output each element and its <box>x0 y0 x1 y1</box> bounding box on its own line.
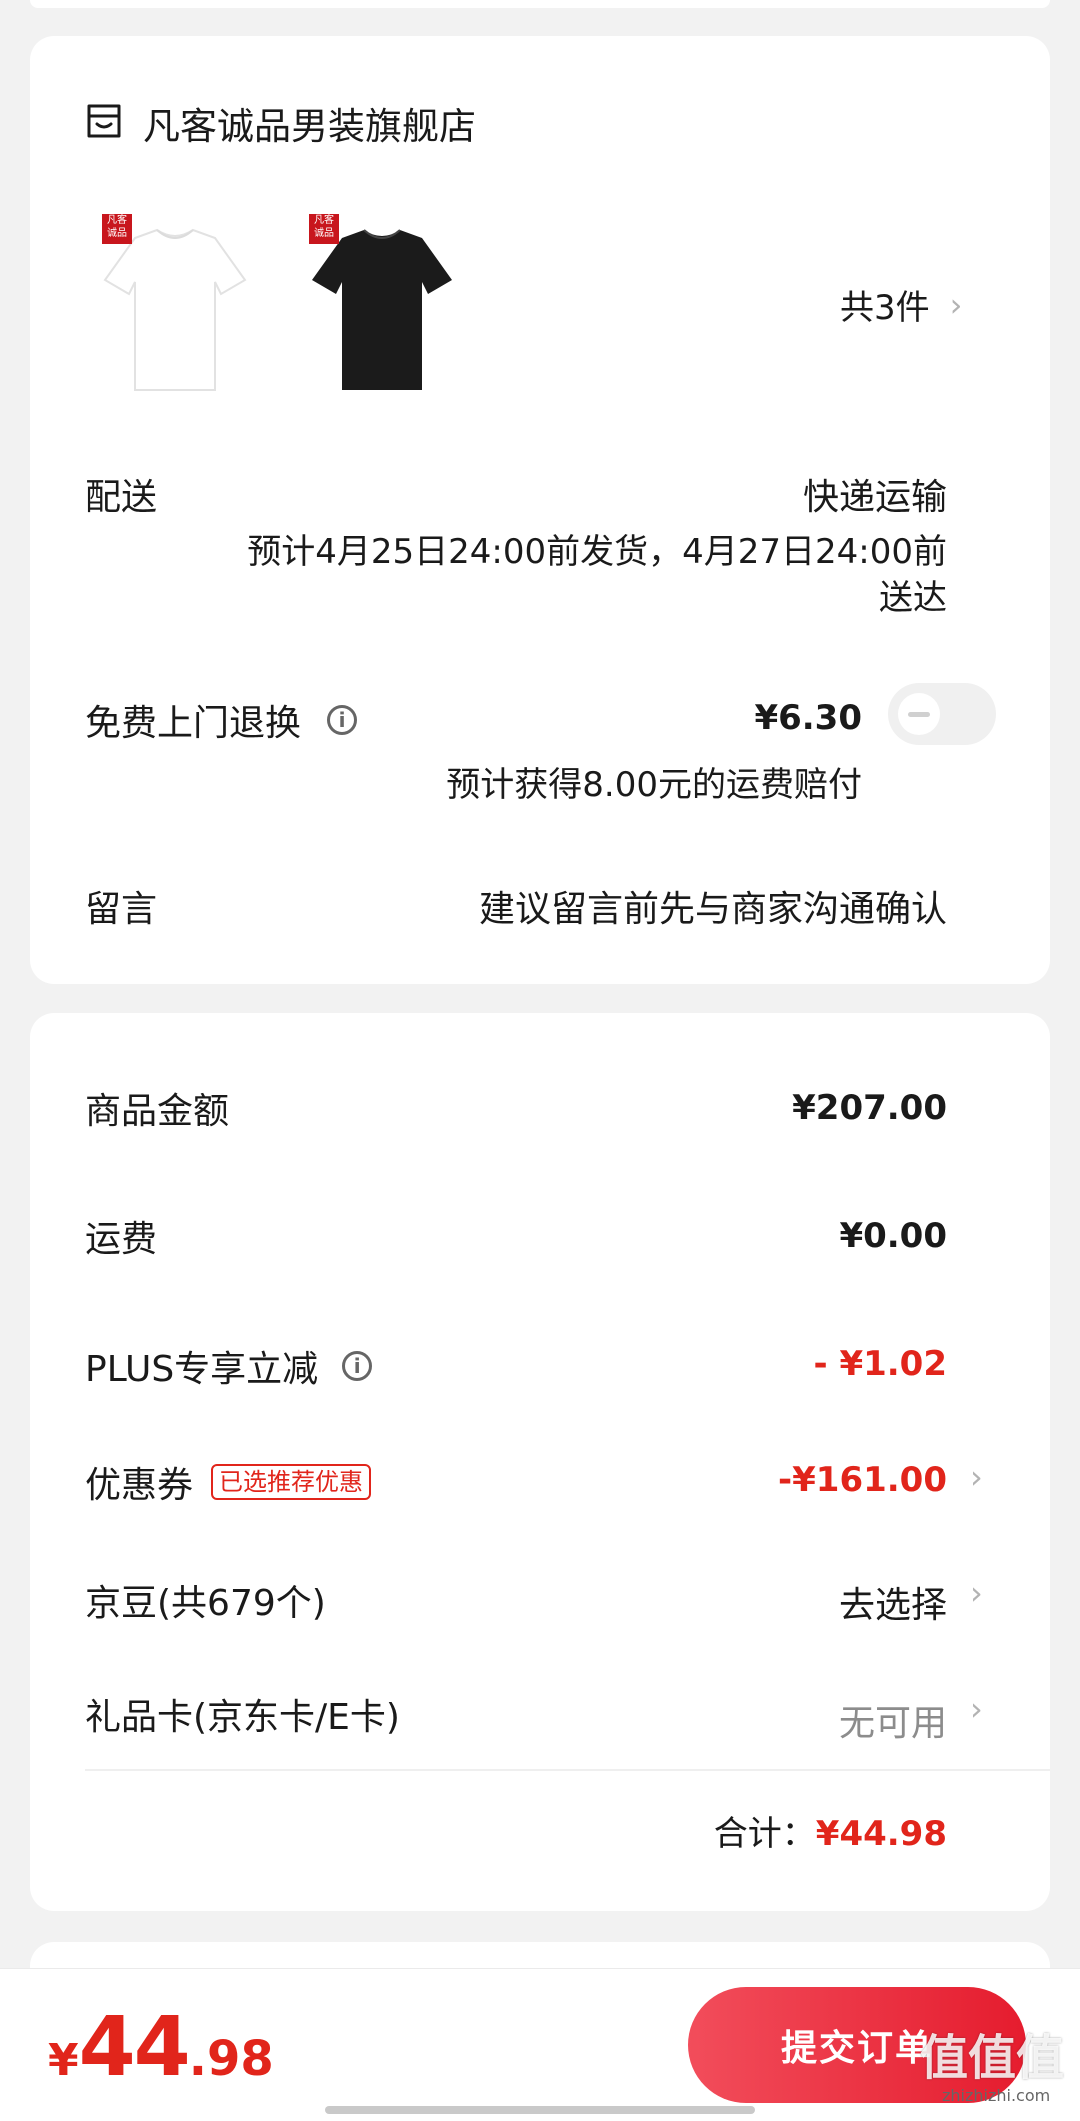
final-price: ¥ 44 .98 <box>48 2000 274 2095</box>
gift-card-status[interactable]: 无可用 <box>839 1694 947 1746</box>
plus-discount-label: PLUS专享立减 <box>85 1349 319 1390</box>
jd-beans-select[interactable]: 去选择 <box>839 1576 947 1628</box>
coupon-recommended-tag: 已选推荐优惠 <box>211 1464 372 1500</box>
chevron-right-icon[interactable]: › <box>970 1458 983 1496</box>
chevron-right-icon: › <box>949 285 963 324</box>
info-icon[interactable]: i <box>327 705 358 735</box>
delivery-label: 配送 <box>85 477 158 518</box>
currency-symbol: ¥ <box>48 2035 79 2086</box>
store-icon <box>85 102 123 144</box>
return-service-price: ¥6.30 <box>754 698 862 738</box>
store-header[interactable]: 凡客诚品男装旗舰店 <box>85 98 476 148</box>
chevron-right-icon[interactable]: › <box>970 1574 983 1612</box>
divider <box>85 1769 1050 1771</box>
watermark-logo: 值值值 <box>920 2030 1065 2086</box>
shipping-label: 运费 <box>85 1219 158 1260</box>
product-thumbnail-black-tshirt[interactable]: 凡客 诚品 <box>302 210 462 410</box>
toggle-knob <box>898 693 940 735</box>
gift-card-label: 礼品卡(京东卡/E卡) <box>85 1697 400 1738</box>
coupon-value[interactable]: -¥161.00 <box>778 1460 947 1500</box>
home-indicator[interactable] <box>325 2106 755 2114</box>
submit-order-label: 提交订单 <box>780 2028 933 2069</box>
return-service-label: 免费上门退换 <box>85 703 302 744</box>
store-name: 凡客诚品男装旗舰店 <box>143 105 476 148</box>
plus-discount-row: PLUS专享立减 i <box>85 1340 373 1392</box>
return-service-row: 免费上门退换 i <box>85 694 358 746</box>
message-label: 留言 <box>85 889 158 930</box>
total-row: 合计： ¥44.98 <box>714 1806 947 1855</box>
product-count-label: 共3件 <box>840 288 930 328</box>
brand-badge: 凡客 诚品 <box>102 214 132 244</box>
product-count-link[interactable]: 共3件 › <box>840 280 962 329</box>
brand-badge: 凡客 诚品 <box>309 214 339 244</box>
message-input[interactable]: 建议留言前先与商家沟通确认 <box>479 880 947 932</box>
return-service-toggle[interactable] <box>888 683 996 745</box>
info-icon[interactable]: i <box>342 1351 373 1381</box>
chevron-right-icon[interactable]: › <box>970 1690 983 1728</box>
plus-discount-value: - ¥1.02 <box>813 1344 948 1384</box>
price-integer: 44 <box>78 2000 191 2095</box>
coupon-row[interactable]: 优惠券 已选推荐优惠 <box>85 1456 372 1508</box>
price-decimal: .98 <box>188 2031 274 2087</box>
delivery-method[interactable]: 快递运输 <box>803 468 947 520</box>
return-compensation-note: 预计获得8.00元的运费赔付 <box>446 765 862 805</box>
total-label: 合计： <box>713 1814 816 1854</box>
goods-amount-label: 商品金额 <box>85 1091 230 1132</box>
watermark-url: zhizhizhi.com <box>942 2086 1051 2105</box>
jd-beans-label: 京豆(共679个) <box>85 1583 326 1624</box>
goods-amount-value: ¥207.00 <box>792 1088 947 1128</box>
total-value: ¥44.98 <box>815 1814 947 1854</box>
delivery-eta-line2: 送达 <box>879 578 947 618</box>
product-thumbnail-white-tshirt[interactable]: 凡客 诚品 <box>95 210 255 410</box>
previous-card-edge <box>30 0 1050 8</box>
shipping-value: ¥0.00 <box>839 1216 947 1256</box>
coupon-label: 优惠券 <box>85 1465 194 1506</box>
delivery-eta-line1: 预计4月25日24:00前发货，4月27日24:00前 <box>247 532 947 572</box>
